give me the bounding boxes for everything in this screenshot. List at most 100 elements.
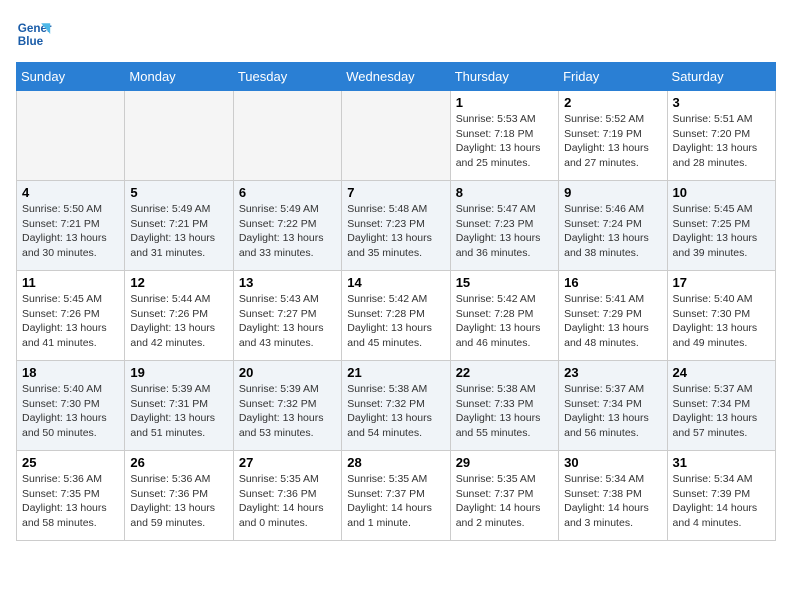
calendar-day-cell: 5 Sunrise: 5:49 AM Sunset: 7:21 PM Daylig… — [125, 181, 233, 271]
calendar-day-cell: 24 Sunrise: 5:37 AM Sunset: 7:34 PM Dayli… — [667, 361, 775, 451]
weekday-header: Tuesday — [233, 63, 341, 91]
calendar-day-cell — [17, 91, 125, 181]
calendar-day-cell — [342, 91, 450, 181]
calendar-day-cell: 29 Sunrise: 5:35 AM Sunset: 7:37 PM Dayli… — [450, 451, 558, 541]
day-info: Sunrise: 5:40 AM Sunset: 7:30 PM Dayligh… — [22, 382, 119, 441]
day-info: Sunrise: 5:42 AM Sunset: 7:28 PM Dayligh… — [456, 292, 553, 351]
day-info: Sunrise: 5:51 AM Sunset: 7:20 PM Dayligh… — [673, 112, 770, 171]
day-info: Sunrise: 5:50 AM Sunset: 7:21 PM Dayligh… — [22, 202, 119, 261]
day-info: Sunrise: 5:36 AM Sunset: 7:36 PM Dayligh… — [130, 472, 227, 531]
page-header: General Blue — [16, 16, 776, 52]
day-number: 10 — [673, 185, 770, 200]
calendar-day-cell: 4Sunrise: 5:50 AM Sunset: 7:21 PM Daylig… — [17, 181, 125, 271]
day-info: Sunrise: 5:53 AM Sunset: 7:18 PM Dayligh… — [456, 112, 553, 171]
day-number: 2 — [564, 95, 661, 110]
calendar-day-cell: 13Sunrise: 5:43 AM Sunset: 7:27 PM Dayli… — [233, 271, 341, 361]
calendar-day-cell: 25 Sunrise: 5:36 AM Sunset: 7:35 PM Dayli… — [17, 451, 125, 541]
day-info: Sunrise: 5:45 AM Sunset: 7:25 PM Dayligh… — [673, 202, 770, 261]
calendar-day-cell: 22 Sunrise: 5:38 AM Sunset: 7:33 PM Dayli… — [450, 361, 558, 451]
day-info: Sunrise: 5:47 AM Sunset: 7:23 PM Dayligh… — [456, 202, 553, 261]
day-number: 14 — [347, 275, 444, 290]
calendar-day-cell: 20Sunrise: 5:39 AM Sunset: 7:32 PM Dayli… — [233, 361, 341, 451]
day-info: Sunrise: 5:52 AM Sunset: 7:19 PM Dayligh… — [564, 112, 661, 171]
day-info: Sunrise: 5:34 AM Sunset: 7:39 PM Dayligh… — [673, 472, 770, 531]
day-info: Sunrise: 5:39 AM Sunset: 7:31 PM Dayligh… — [130, 382, 227, 441]
day-info: Sunrise: 5:45 AM Sunset: 7:26 PM Dayligh… — [22, 292, 119, 351]
day-info: Sunrise: 5:40 AM Sunset: 7:30 PM Dayligh… — [673, 292, 770, 351]
weekday-header: Wednesday — [342, 63, 450, 91]
day-number: 23 — [564, 365, 661, 380]
day-info: Sunrise: 5:48 AM Sunset: 7:23 PM Dayligh… — [347, 202, 444, 261]
day-number: 21 — [347, 365, 444, 380]
day-number: 15 — [456, 275, 553, 290]
day-number: 3 — [673, 95, 770, 110]
calendar-day-cell: 16Sunrise: 5:41 AM Sunset: 7:29 PM Dayli… — [559, 271, 667, 361]
day-info: Sunrise: 5:46 AM Sunset: 7:24 PM Dayligh… — [564, 202, 661, 261]
day-info: Sunrise: 5:37 AM Sunset: 7:34 PM Dayligh… — [564, 382, 661, 441]
day-info: Sunrise: 5:49 AM Sunset: 7:21 PM Dayligh… — [130, 202, 227, 261]
day-number: 22 — [456, 365, 553, 380]
day-info: Sunrise: 5:49 AM Sunset: 7:22 PM Dayligh… — [239, 202, 336, 261]
day-number: 13 — [239, 275, 336, 290]
day-number: 16 — [564, 275, 661, 290]
calendar-day-cell: 10 Sunrise: 5:45 AM Sunset: 7:25 PM Dayli… — [667, 181, 775, 271]
weekday-header: Sunday — [17, 63, 125, 91]
weekday-header: Friday — [559, 63, 667, 91]
calendar-week-row: 1 Sunrise: 5:53 AM Sunset: 7:18 PM Daylig… — [17, 91, 776, 181]
day-number: 1 — [456, 95, 553, 110]
logo: General Blue — [16, 16, 52, 52]
day-info: Sunrise: 5:37 AM Sunset: 7:34 PM Dayligh… — [673, 382, 770, 441]
day-number: 12 — [130, 275, 227, 290]
day-info: Sunrise: 5:35 AM Sunset: 7:37 PM Dayligh… — [456, 472, 553, 531]
day-number: 30 — [564, 455, 661, 470]
calendar-day-cell: 17 Sunrise: 5:40 AM Sunset: 7:30 PM Dayli… — [667, 271, 775, 361]
calendar-day-cell: 27 Sunrise: 5:35 AM Sunset: 7:36 PM Dayli… — [233, 451, 341, 541]
calendar-day-cell: 8 Sunrise: 5:47 AM Sunset: 7:23 PM Daylig… — [450, 181, 558, 271]
day-number: 27 — [239, 455, 336, 470]
day-number: 5 — [130, 185, 227, 200]
day-info: Sunrise: 5:38 AM Sunset: 7:32 PM Dayligh… — [347, 382, 444, 441]
day-number: 7 — [347, 185, 444, 200]
calendar-week-row: 25 Sunrise: 5:36 AM Sunset: 7:35 PM Dayli… — [17, 451, 776, 541]
day-number: 17 — [673, 275, 770, 290]
calendar-day-cell: 6 Sunrise: 5:49 AM Sunset: 7:22 PM Daylig… — [233, 181, 341, 271]
day-number: 19 — [130, 365, 227, 380]
day-number: 6 — [239, 185, 336, 200]
day-number: 25 — [22, 455, 119, 470]
calendar-week-row: 4Sunrise: 5:50 AM Sunset: 7:21 PM Daylig… — [17, 181, 776, 271]
calendar-day-cell: 19 Sunrise: 5:39 AM Sunset: 7:31 PM Dayli… — [125, 361, 233, 451]
calendar-day-cell: 23 Sunrise: 5:37 AM Sunset: 7:34 PM Dayli… — [559, 361, 667, 451]
calendar-day-cell: 12Sunrise: 5:44 AM Sunset: 7:26 PM Dayli… — [125, 271, 233, 361]
day-info: Sunrise: 5:34 AM Sunset: 7:38 PM Dayligh… — [564, 472, 661, 531]
calendar-day-cell: 30 Sunrise: 5:34 AM Sunset: 7:38 PM Dayli… — [559, 451, 667, 541]
calendar-day-cell: 31Sunrise: 5:34 AM Sunset: 7:39 PM Dayli… — [667, 451, 775, 541]
weekday-header: Saturday — [667, 63, 775, 91]
calendar-day-cell: 1 Sunrise: 5:53 AM Sunset: 7:18 PM Daylig… — [450, 91, 558, 181]
day-number: 9 — [564, 185, 661, 200]
calendar-day-cell — [125, 91, 233, 181]
day-number: 24 — [673, 365, 770, 380]
day-info: Sunrise: 5:36 AM Sunset: 7:35 PM Dayligh… — [22, 472, 119, 531]
logo-icon: General Blue — [16, 16, 52, 52]
calendar-day-cell: 9 Sunrise: 5:46 AM Sunset: 7:24 PM Daylig… — [559, 181, 667, 271]
calendar-day-cell: 2 Sunrise: 5:52 AM Sunset: 7:19 PM Daylig… — [559, 91, 667, 181]
day-number: 11 — [22, 275, 119, 290]
calendar-day-cell: 3 Sunrise: 5:51 AM Sunset: 7:20 PM Daylig… — [667, 91, 775, 181]
calendar-week-row: 18Sunrise: 5:40 AM Sunset: 7:30 PM Dayli… — [17, 361, 776, 451]
svg-text:Blue: Blue — [18, 35, 44, 48]
day-info: Sunrise: 5:38 AM Sunset: 7:33 PM Dayligh… — [456, 382, 553, 441]
day-number: 29 — [456, 455, 553, 470]
day-info: Sunrise: 5:39 AM Sunset: 7:32 PM Dayligh… — [239, 382, 336, 441]
calendar-day-cell: 18Sunrise: 5:40 AM Sunset: 7:30 PM Dayli… — [17, 361, 125, 451]
day-number: 28 — [347, 455, 444, 470]
weekday-header: Thursday — [450, 63, 558, 91]
calendar-day-cell: 21 Sunrise: 5:38 AM Sunset: 7:32 PM Dayli… — [342, 361, 450, 451]
day-info: Sunrise: 5:35 AM Sunset: 7:37 PM Dayligh… — [347, 472, 444, 531]
day-info: Sunrise: 5:35 AM Sunset: 7:36 PM Dayligh… — [239, 472, 336, 531]
day-number: 8 — [456, 185, 553, 200]
calendar-week-row: 11 Sunrise: 5:45 AM Sunset: 7:26 PM Dayli… — [17, 271, 776, 361]
calendar-day-cell: 11 Sunrise: 5:45 AM Sunset: 7:26 PM Dayli… — [17, 271, 125, 361]
day-number: 26 — [130, 455, 227, 470]
calendar-day-cell: 28 Sunrise: 5:35 AM Sunset: 7:37 PM Dayli… — [342, 451, 450, 541]
weekday-header-row: SundayMondayTuesdayWednesdayThursdayFrid… — [17, 63, 776, 91]
